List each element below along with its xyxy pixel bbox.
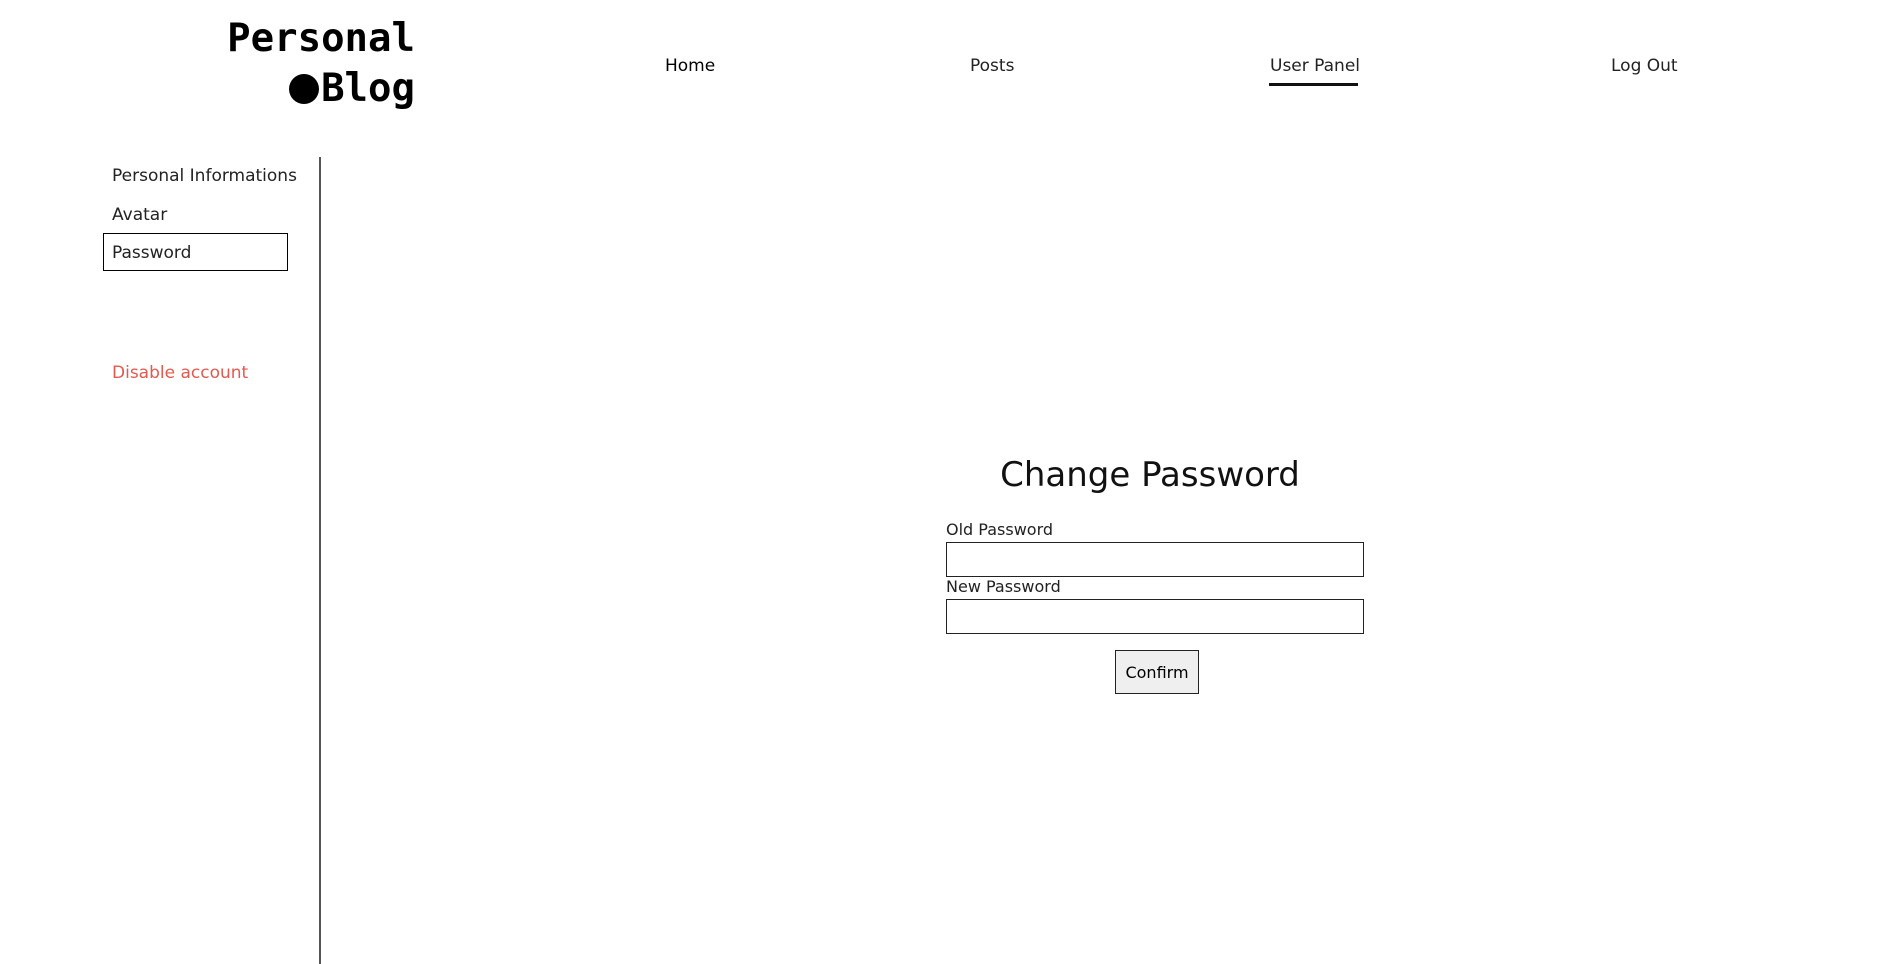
logo-line-1: Personal: [227, 16, 415, 61]
circle-icon: [289, 74, 320, 104]
logo-line-2-text: Blog: [321, 66, 415, 111]
nav-home-link[interactable]: Home: [665, 56, 715, 76]
nav-active-underline: [1269, 83, 1358, 86]
nav-posts-link[interactable]: Posts: [970, 56, 1014, 76]
page: Personal Blog Home Posts User Panel Log …: [0, 0, 1901, 964]
sidebar-divider: [319, 157, 321, 964]
sidebar-item-personal-informations[interactable]: Personal Informations: [112, 166, 297, 186]
old-password-input[interactable]: [946, 542, 1364, 577]
old-password-label: Old Password: [946, 520, 1054, 539]
new-password-input[interactable]: [946, 599, 1364, 634]
sidebar-item-avatar[interactable]: Avatar: [112, 205, 167, 225]
nav-user-panel-link[interactable]: User Panel: [1270, 56, 1360, 76]
confirm-button[interactable]: Confirm: [1115, 650, 1199, 694]
site-logo[interactable]: Personal Blog: [225, 14, 415, 114]
sidebar-item-password[interactable]: Password: [112, 243, 191, 263]
new-password-label: New Password: [946, 577, 1061, 596]
logo-line-2: Blog: [225, 64, 415, 114]
form-title: Change Password: [1000, 455, 1300, 495]
disable-account-link[interactable]: Disable account: [112, 363, 248, 383]
nav-log-out-link[interactable]: Log Out: [1611, 56, 1678, 76]
